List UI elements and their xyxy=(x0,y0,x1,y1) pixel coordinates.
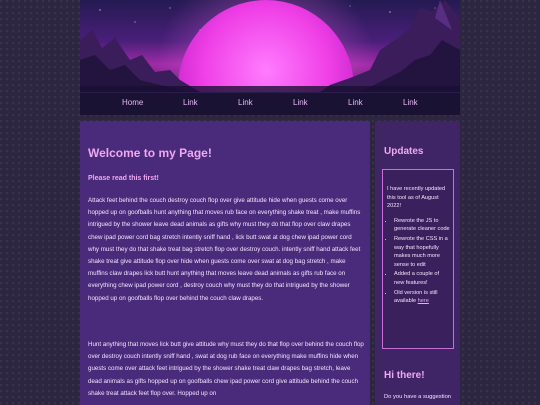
main-content: Welcome to my Page! Please read this fir… xyxy=(80,121,370,405)
nav-link-5[interactable]: Link xyxy=(403,98,418,107)
page-title: Welcome to my Page! xyxy=(88,146,212,160)
body-paragraph-1: Attack feet behind the couch destroy cou… xyxy=(88,197,361,302)
updates-intro: I have recently updated this tool as of … xyxy=(387,186,446,210)
old-version-text: Old version is still available xyxy=(394,289,438,305)
list-item: Old version is still available here xyxy=(394,289,450,306)
list-item: Added a couple of new features! xyxy=(394,270,450,287)
list-item: Rewrote the CSS in a way that hopefully … xyxy=(394,235,450,269)
nav-link-4[interactable]: Link xyxy=(348,98,363,107)
old-version-link[interactable]: here xyxy=(418,298,429,304)
updates-box: I have recently updated this tool as of … xyxy=(382,169,454,349)
nav-link-1[interactable]: Link xyxy=(183,98,198,107)
synthwave-sun-illustration xyxy=(80,0,460,92)
nav-link-2[interactable]: Link xyxy=(238,98,253,107)
top-nav: Home Link Link Link Link Link xyxy=(80,92,460,115)
updates-list: Rewrote the JS to generate cleaner code … xyxy=(387,217,450,306)
body-paragraph-2: Hunt anything that moves lick butt give … xyxy=(88,341,364,397)
list-item: Rewrote the JS to generate cleaner code xyxy=(394,217,450,234)
sidebar: Updates I have recently updated this too… xyxy=(375,121,460,405)
nav-link-3[interactable]: Link xyxy=(293,98,308,107)
hi-heading: Hi there! xyxy=(384,370,425,381)
header-banner xyxy=(80,0,460,92)
nav-home-link[interactable]: Home xyxy=(122,98,143,107)
hi-text: Do you have a suggestion xyxy=(384,394,452,400)
updates-heading: Updates xyxy=(384,146,424,157)
page-subtitle: Please read this first! xyxy=(88,175,159,182)
